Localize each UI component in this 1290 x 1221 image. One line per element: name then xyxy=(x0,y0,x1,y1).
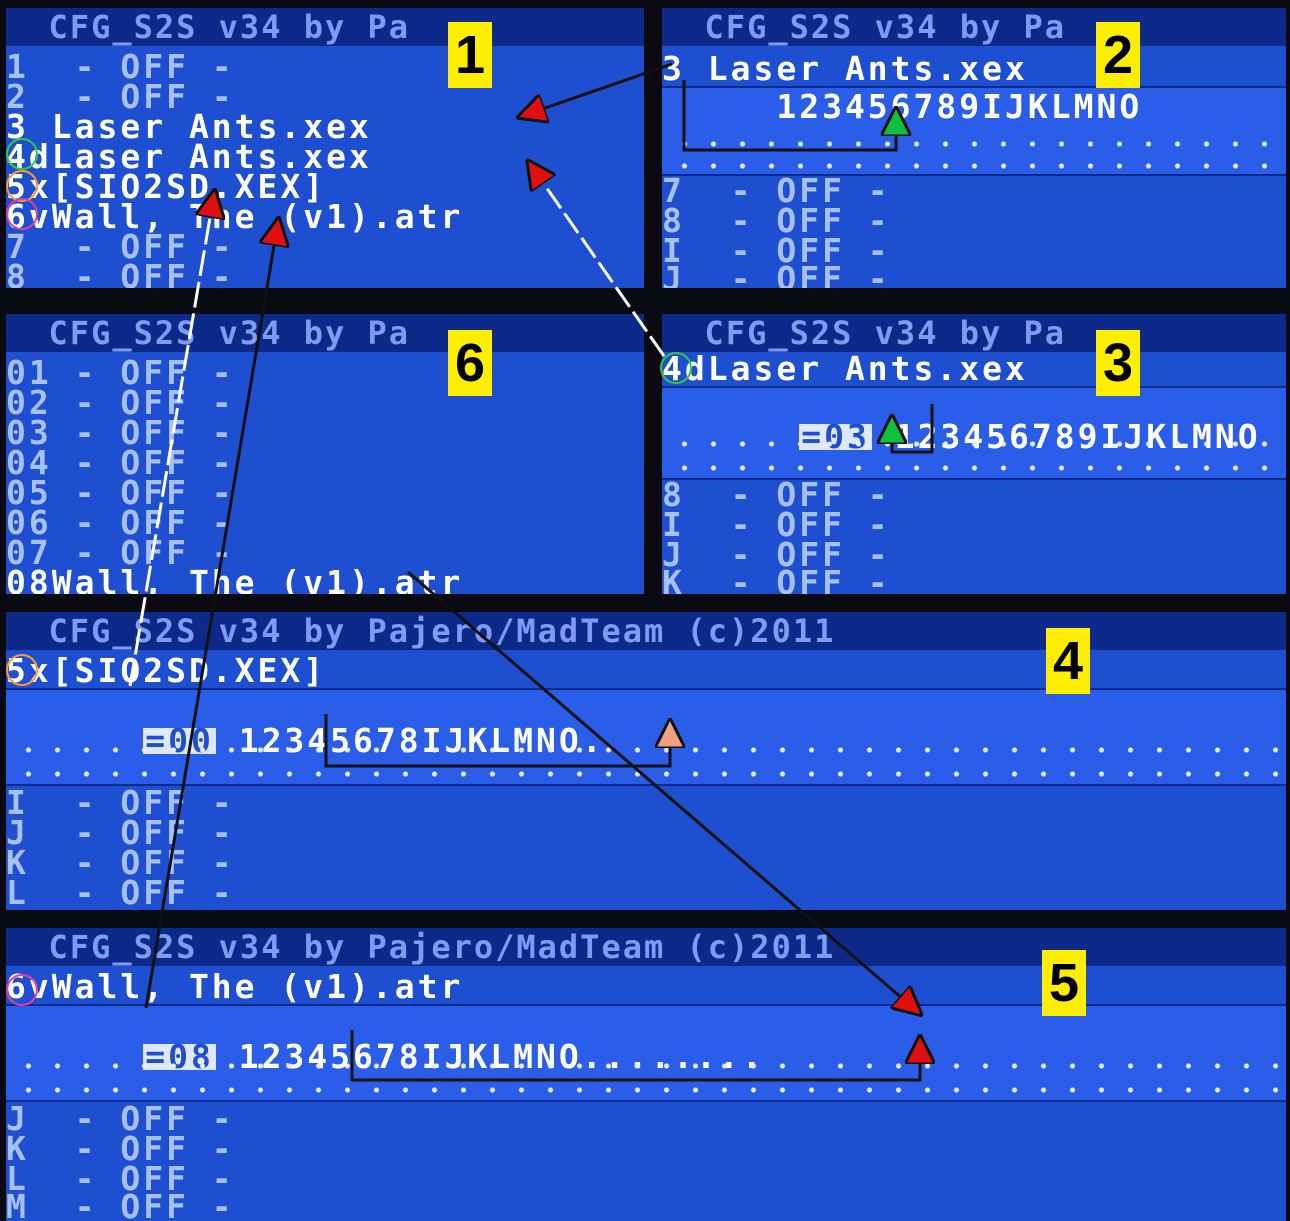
arrow xyxy=(128,194,214,687)
arrow xyxy=(324,714,670,768)
arrow xyxy=(892,404,934,454)
arrow xyxy=(522,62,673,116)
arrow xyxy=(144,222,278,1009)
arrow xyxy=(350,1030,920,1082)
arrow xyxy=(682,80,896,152)
arrow xyxy=(530,164,666,357)
annotation-arrows xyxy=(128,62,1290,1082)
arrow xyxy=(407,570,918,1012)
